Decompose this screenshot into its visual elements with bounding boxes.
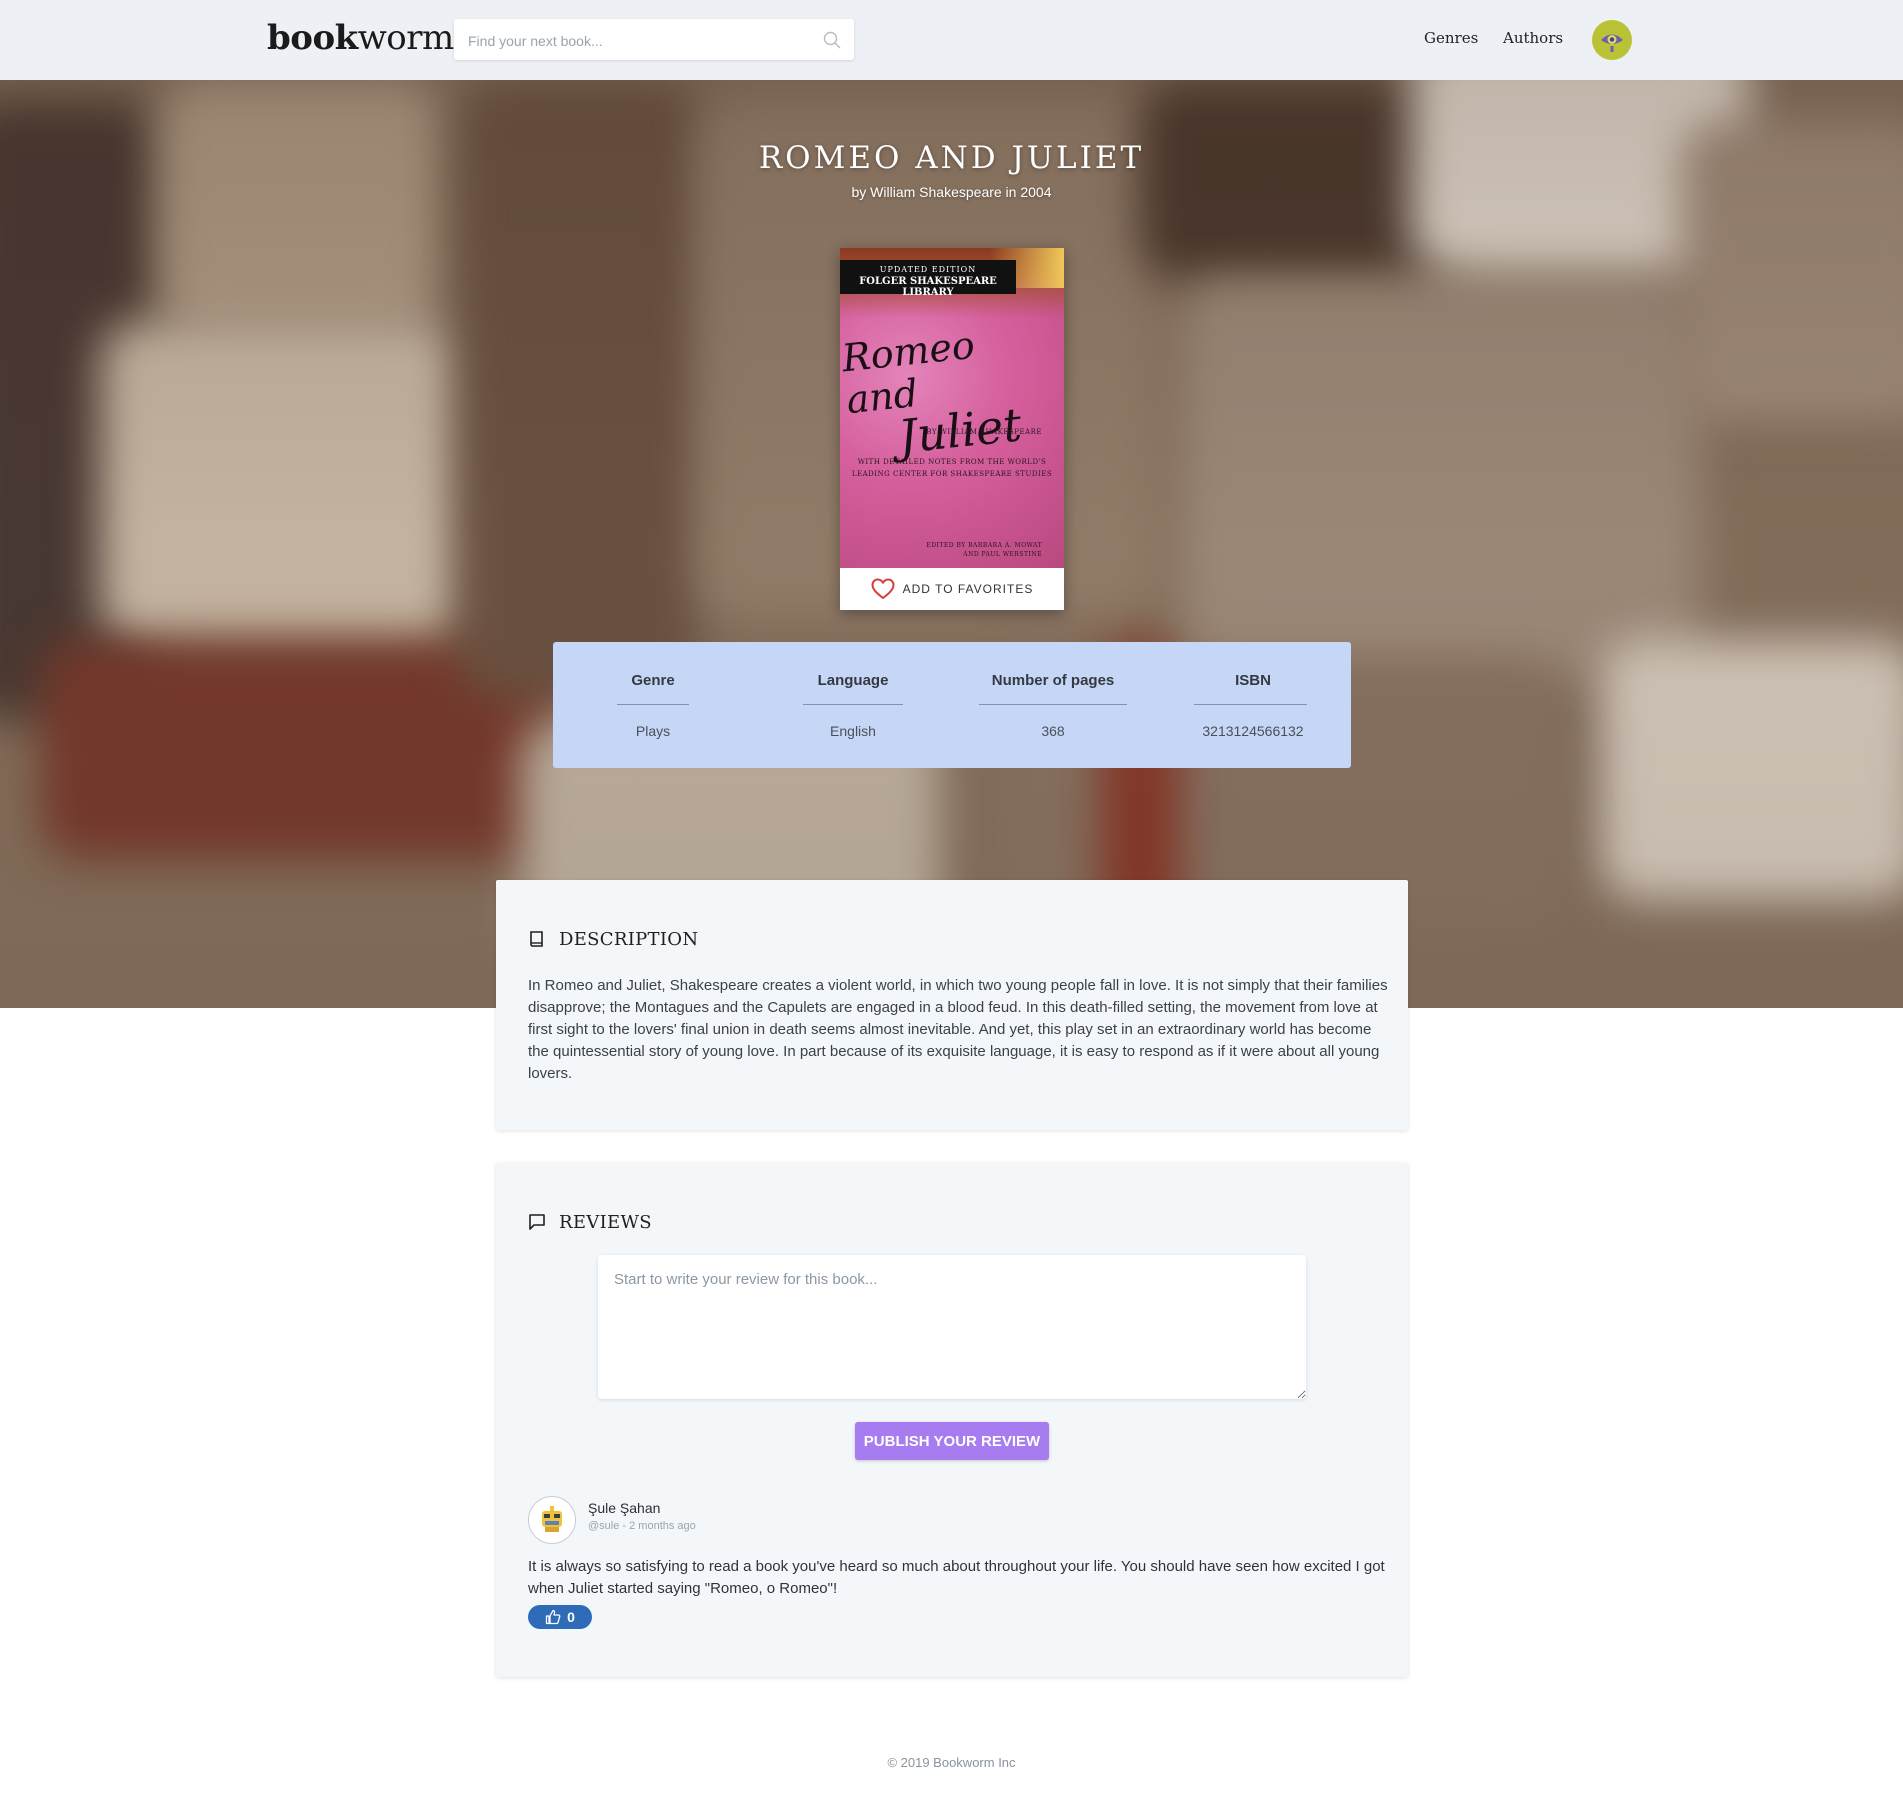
reviews-card: REVIEWS PUBLISH YOUR REVIEW Şule Şahan @…	[496, 1163, 1408, 1677]
comment-icon	[529, 1214, 545, 1230]
top-header: bookworm Genres Authors	[0, 0, 1903, 80]
heart-icon	[871, 578, 895, 600]
logo-bold: book	[267, 18, 358, 58]
book-cover-card: UPDATED EDITION FOLGER SHAKESPEARE LIBRA…	[840, 248, 1064, 610]
reviewer-avatar[interactable]	[528, 1496, 576, 1544]
user-avatar[interactable]	[1592, 20, 1632, 60]
cover-banner: UPDATED EDITION FOLGER SHAKESPEARE LIBRA…	[840, 260, 1016, 298]
add-to-favorites-label: ADD TO FAVORITES	[902, 582, 1034, 596]
review-input[interactable]	[598, 1255, 1306, 1399]
info-divider	[979, 704, 1127, 705]
robot-avatar-icon	[542, 1506, 562, 1532]
description-card: DESCRIPTION In Romeo and Juliet, Shakesp…	[496, 880, 1408, 1130]
info-language-value: English	[830, 723, 876, 739]
info-pages: Number of pages 368	[953, 642, 1153, 768]
book-cover-image: UPDATED EDITION FOLGER SHAKESPEARE LIBRA…	[840, 248, 1064, 568]
info-genre-label: Genre	[631, 672, 675, 689]
search-icon[interactable]	[822, 30, 842, 50]
search-input[interactable]	[466, 19, 810, 62]
info-divider	[1194, 704, 1307, 705]
info-pages-label: Number of pages	[991, 672, 1115, 689]
description-text: In Romeo and Juliet, Shakespeare creates…	[528, 977, 1388, 1082]
publish-review-button[interactable]: PUBLISH YOUR REVIEW	[855, 1422, 1049, 1460]
nav-authors[interactable]: Authors	[1503, 29, 1563, 47]
info-pages-value: 368	[1041, 723, 1065, 739]
logo-light: worm	[357, 18, 455, 58]
reviewer-name[interactable]: Şule Şahan	[588, 1500, 660, 1516]
info-divider	[803, 704, 903, 705]
like-button[interactable]: 0	[528, 1605, 592, 1629]
search-box	[454, 19, 854, 62]
cover-editors-2: AND PAUL WERSTINE	[963, 551, 1042, 558]
cover-notes-1: WITH DETAILED NOTES FROM THE WORLD'S	[857, 458, 1047, 466]
info-isbn: ISBN 3213124566132	[1153, 642, 1353, 768]
book-icon	[530, 931, 543, 947]
info-genre: Genre Plays	[553, 642, 753, 768]
info-isbn-value: 3213124566132	[1202, 723, 1304, 739]
reviewer-meta: @sule - 2 months ago	[588, 1520, 696, 1532]
logo[interactable]: bookworm	[267, 16, 454, 60]
nav-genres[interactable]: Genres	[1424, 29, 1478, 47]
reviews-title: REVIEWS	[559, 1212, 652, 1233]
review-text: It is always so satisfying to read a boo…	[528, 1558, 1385, 1597]
like-count: 0	[567, 1609, 575, 1625]
book-title: ROMEO AND JULIET	[758, 140, 1145, 176]
thumbs-up-icon	[545, 1609, 561, 1625]
book-info-panel: Genre Plays Language English Number of p…	[553, 642, 1351, 768]
cover-notes-2: LEADING CENTER FOR SHAKESPEARE STUDIES	[851, 470, 1053, 478]
cover-library: FOLGER SHAKESPEARE LIBRARY	[859, 276, 997, 298]
cover-author: BY WILLIAM SHAKESPEARE	[926, 428, 1042, 436]
info-genre-value: Plays	[635, 723, 671, 739]
cover-edition: UPDATED EDITION	[879, 265, 977, 274]
info-divider	[617, 704, 689, 705]
eye-avatar-icon	[1601, 34, 1623, 52]
info-language-label: Language	[817, 672, 889, 689]
cover-editors-1: EDITED BY BARBARA A. MOWAT	[926, 542, 1042, 549]
info-isbn-label: ISBN	[1235, 672, 1271, 689]
cover-script-title: Romeo and Juliet	[840, 315, 1064, 464]
book-subtitle: by William Shakespeare in 2004	[851, 184, 1052, 200]
description-title: DESCRIPTION	[559, 929, 699, 950]
footer-copyright: © 2019 Bookworm Inc	[887, 1755, 1016, 1770]
add-to-favorites-button[interactable]: ADD TO FAVORITES	[840, 568, 1064, 610]
info-language: Language English	[753, 642, 953, 768]
review-textarea-box	[598, 1255, 1306, 1399]
